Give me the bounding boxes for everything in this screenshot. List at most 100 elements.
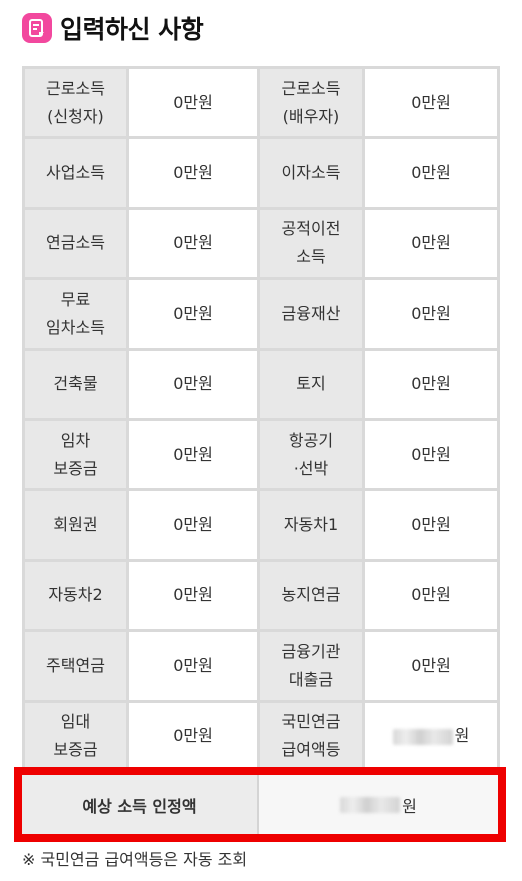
table-row: 임차 보증금 0만원 항공기 ·선박 0만원 [22, 417, 500, 492]
label-cell: 주택연금 [22, 629, 129, 703]
row-value: 0만원 [411, 92, 451, 112]
masked-amount [340, 796, 401, 813]
table-row: 건축물 0만원 토지 0만원 [22, 347, 500, 421]
row-value: 0만원 [411, 655, 451, 675]
value-cell: 0만원 [362, 629, 500, 703]
label-cell: 공적이전 소득 [257, 206, 365, 281]
table-row: 주택연금 0만원 금융기관 대출금 0만원 [22, 629, 500, 703]
value-cell: 0만원 [126, 629, 260, 703]
row-label: 자동차1 [283, 515, 339, 535]
section-header: 입력하신 사항 [22, 10, 204, 46]
row-value: 0만원 [411, 163, 451, 183]
row-label: 금융재산 [281, 303, 341, 323]
value-cell: 0만원 [126, 277, 260, 351]
row-label: 이자소득 [281, 163, 341, 183]
label-cell: 건축물 [22, 347, 129, 421]
label-cell: 이자소득 [257, 136, 365, 210]
row-label: 농지연금 [281, 585, 341, 605]
row-label: 공적이전 소득 [281, 219, 341, 267]
value-cell: 0만원 [126, 206, 260, 281]
value-cell: 0만원 [362, 277, 500, 351]
row-value: 0만원 [173, 374, 213, 394]
row-value: 0만원 [411, 233, 451, 253]
estimate-value: 원 [259, 775, 498, 834]
row-value: 0만원 [411, 515, 451, 535]
label-cell: 사업소득 [22, 136, 129, 210]
label-cell: 임차 보증금 [22, 417, 129, 492]
row-label: 근로소득 (신청자) [46, 78, 105, 126]
value-cell: 0만원 [362, 558, 500, 633]
label-cell: 연금소득 [22, 206, 129, 281]
row-value: 0만원 [173, 303, 213, 323]
row-label: 무료 임차소득 [46, 289, 105, 337]
value-cell: 0만원 [362, 347, 500, 421]
footnote: ※ 국민연금 급여액등은 자동 조회 [22, 850, 248, 869]
value-cell: 0만원 [126, 488, 260, 562]
label-cell: 근로소득 (배우자) [257, 65, 365, 140]
estimate-label: 예상 소득 인정액 [22, 775, 259, 834]
row-label: 임차 보증금 [53, 430, 98, 478]
row-label: 근로소득 (배우자) [281, 78, 341, 126]
label-cell: 금융재산 [257, 277, 365, 351]
label-cell: 토지 [257, 347, 365, 421]
row-value: 0만원 [411, 444, 451, 464]
value-cell: 0만원 [126, 347, 260, 421]
label-cell: 자동차1 [257, 488, 365, 562]
value-cell: 0만원 [126, 417, 260, 492]
estimate-row: 예상 소득 인정액 원 [22, 775, 498, 834]
row-value: 원 [454, 726, 470, 746]
label-cell: 농지연금 [257, 558, 365, 633]
label-cell: 무료 임차소득 [22, 277, 129, 351]
row-label: 임대 보증금 [53, 712, 98, 760]
row-value: 0만원 [173, 655, 213, 675]
document-icon [22, 13, 52, 43]
row-label: 금융기관 대출금 [281, 641, 341, 689]
row-label: 국민연금 급여액등 [281, 712, 341, 760]
label-cell: 근로소득 (신청자) [22, 65, 129, 140]
value-cell: 0만원 [126, 65, 260, 140]
row-value: 0만원 [173, 92, 213, 112]
value-cell: 0만원 [126, 558, 260, 633]
row-value: 0만원 [173, 233, 213, 253]
masked-amount [392, 728, 453, 745]
estimate-unit: 원 [402, 796, 417, 816]
table-row: 근로소득 (신청자) 0만원 근로소득 (배우자) 0만원 [22, 65, 500, 140]
row-label: 자동차2 [48, 585, 103, 605]
value-cell: 0만원 [362, 417, 500, 492]
table-row: 연금소득 0만원 공적이전 소득 0만원 [22, 206, 500, 281]
row-label: 연금소득 [46, 233, 105, 253]
row-value: 0만원 [411, 585, 451, 605]
row-value: 0만원 [411, 303, 451, 323]
label-cell: 항공기 ·선박 [257, 417, 365, 492]
section-title: 입력하신 사항 [60, 15, 204, 44]
table-row: 자동차2 0만원 농지연금 0만원 [22, 558, 500, 633]
row-value: 0만원 [173, 163, 213, 183]
label-cell: 회원권 [22, 488, 129, 562]
table-row: 임대 보증금 0만원 국민연금 급여액등 원 [22, 699, 500, 773]
row-value: 0만원 [173, 585, 213, 605]
row-label: 회원권 [53, 515, 98, 535]
table-row: 무료 임차소득 0만원 금융재산 0만원 [22, 277, 500, 351]
input-summary-table: 근로소득 (신청자) 0만원 근로소득 (배우자) 0만원 사업소득 0만원 이자소득 0만원… [22, 65, 500, 773]
value-cell: 0만원 [362, 488, 500, 562]
table-row: 회원권 0만원 자동차1 0만원 [22, 488, 500, 562]
label-cell: 국민연금 급여액등 [257, 699, 365, 773]
value-cell: 0만원 [362, 136, 500, 210]
label-cell: 금융기관 대출금 [257, 629, 365, 703]
value-cell: 원 [362, 699, 500, 773]
row-label: 주택연금 [46, 655, 105, 675]
row-label: 사업소득 [46, 163, 105, 183]
value-cell: 0만원 [126, 699, 260, 773]
value-cell: 0만원 [362, 206, 500, 281]
table-row: 사업소득 0만원 이자소득 0만원 [22, 136, 500, 210]
row-value: 0만원 [173, 444, 213, 464]
estimate-highlight-box: 예상 소득 인정액 원 [14, 767, 506, 842]
row-value: 0만원 [173, 515, 213, 535]
row-label: 토지 [296, 374, 326, 394]
label-cell: 자동차2 [22, 558, 129, 633]
row-value: 0만원 [173, 726, 213, 746]
row-label: 건축물 [53, 374, 98, 394]
row-value: 0만원 [411, 374, 451, 394]
row-label: 항공기 ·선박 [288, 430, 334, 478]
value-cell: 0만원 [126, 136, 260, 210]
